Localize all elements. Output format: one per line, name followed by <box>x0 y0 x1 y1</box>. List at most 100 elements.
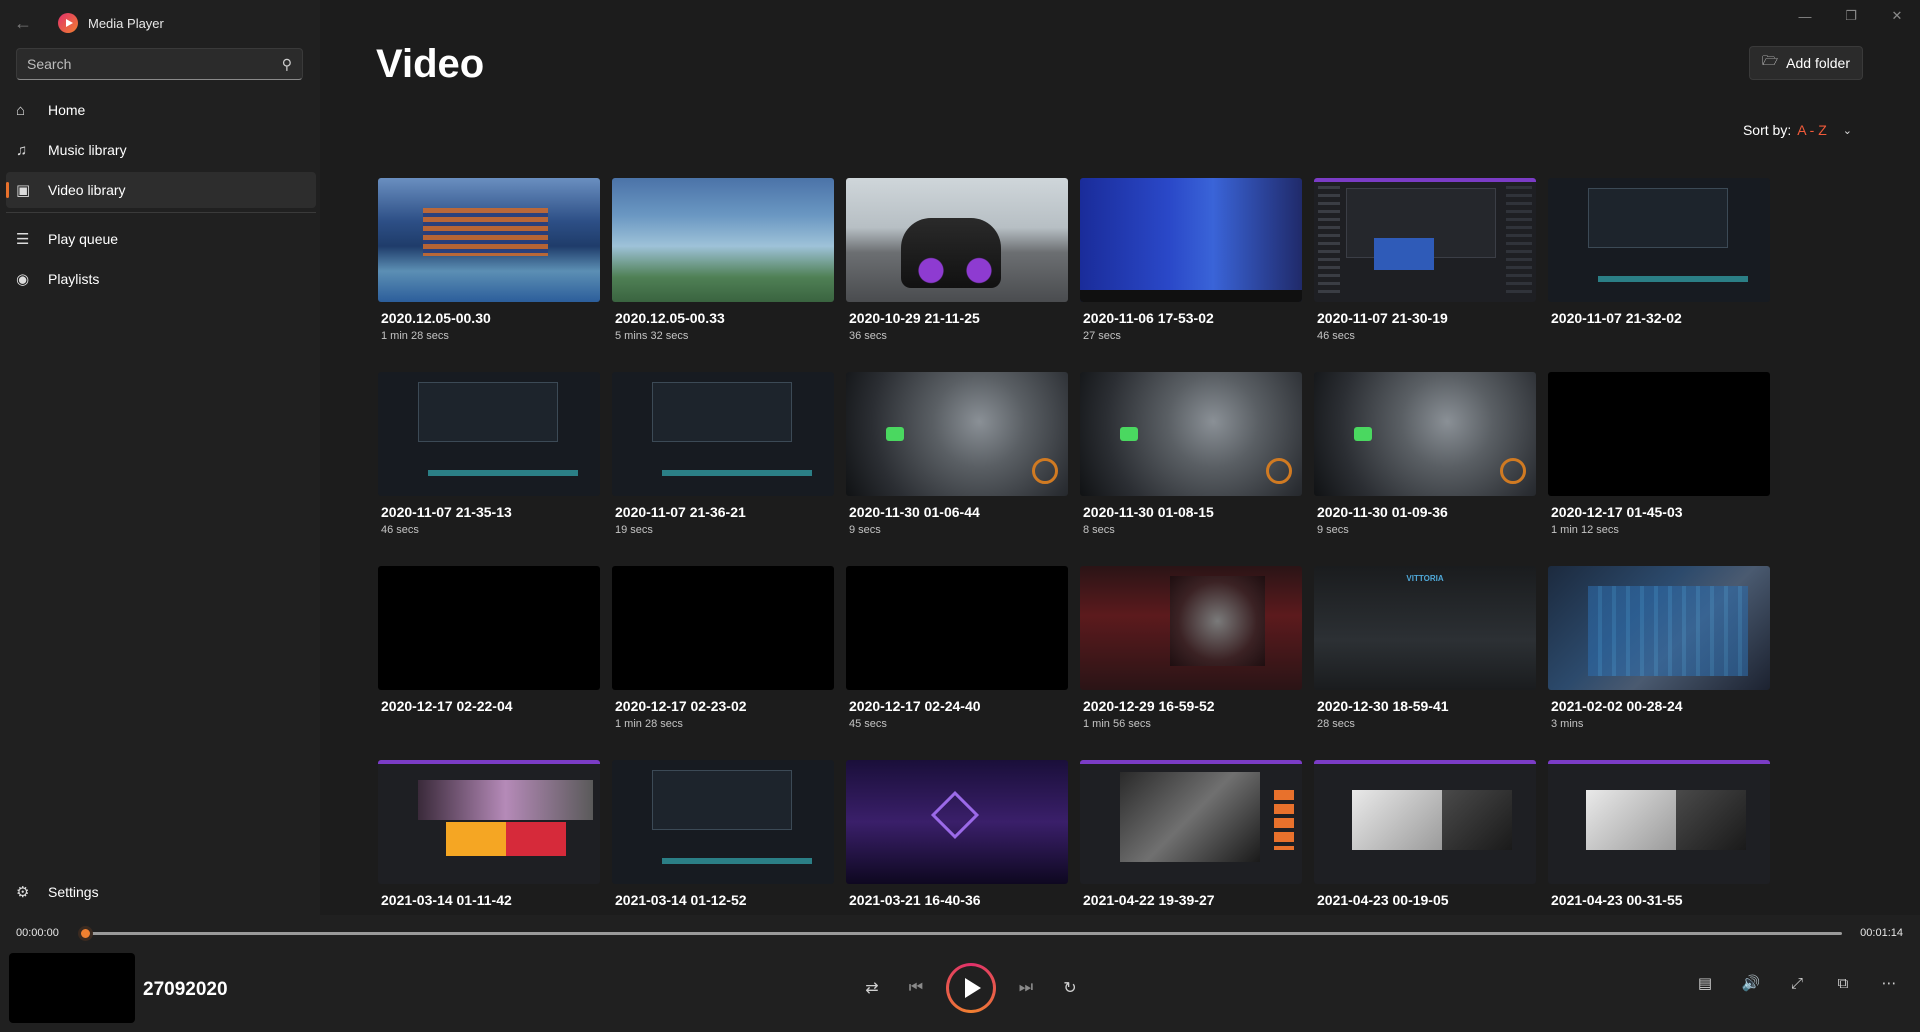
video-tile[interactable]: 2021-02-02 00-28-24 3 mins <box>1548 566 1770 760</box>
sort-dropdown[interactable]: Sort by: A - Z ⌄ <box>1743 122 1852 138</box>
subtitles-button[interactable]: ▤ <box>1684 963 1726 1003</box>
nav-item-play-queue[interactable]: ☰ Play queue <box>6 221 316 257</box>
play-button[interactable] <box>946 963 996 1013</box>
previous-icon: ⏮ <box>908 979 924 996</box>
close-button[interactable]: ✕ <box>1874 0 1920 32</box>
video-thumbnail[interactable] <box>1314 760 1536 884</box>
seek-bar[interactable] <box>86 932 1842 935</box>
video-tile[interactable]: 2021-03-14 01-11-42 <box>378 760 600 915</box>
video-thumbnail[interactable] <box>1314 178 1536 302</box>
video-thumbnail[interactable] <box>1314 372 1536 496</box>
video-title: 2020.12.05-00.30 <box>381 310 491 326</box>
close-icon: ✕ <box>1891 8 1903 23</box>
now-playing-title[interactable]: 27092020 <box>143 979 228 1001</box>
video-tile[interactable]: 2020.12.05-00.33 5 mins 32 secs <box>612 178 834 372</box>
next-button[interactable]: ⏭ <box>1006 968 1046 1008</box>
shuffle-button[interactable]: ⇄ <box>852 968 892 1008</box>
volume-button[interactable]: 🔊 <box>1730 963 1772 1003</box>
video-thumbnail[interactable] <box>846 566 1068 690</box>
shuffle-icon: ⇄ <box>865 980 879 997</box>
video-thumbnail[interactable] <box>1080 760 1302 884</box>
seek-handle[interactable] <box>78 926 93 941</box>
video-tile[interactable]: 2020-11-07 21-32-02 <box>1548 178 1770 372</box>
repeat-button[interactable]: ↻ <box>1050 968 1090 1008</box>
video-thumbnail[interactable] <box>612 372 834 496</box>
video-thumbnail[interactable] <box>1080 372 1302 496</box>
video-tile[interactable]: 2020-12-17 02-22-04 <box>378 566 600 760</box>
nav-item-settings[interactable]: ⚙ Settings <box>6 874 316 910</box>
maximize-button[interactable]: ❐ <box>1828 0 1874 32</box>
add-folder-button[interactable]: 🗁 Add folder <box>1749 46 1863 80</box>
previous-button[interactable]: ⏮ <box>896 968 936 1008</box>
video-thumbnail[interactable] <box>1548 566 1770 690</box>
video-duration: 28 secs <box>1317 718 1355 730</box>
video-duration: 3 mins <box>1551 718 1584 730</box>
video-duration: 36 secs <box>849 330 887 342</box>
video-tile[interactable]: 2020.12.05-00.30 1 min 28 secs <box>378 178 600 372</box>
video-thumbnail[interactable] <box>612 566 834 690</box>
video-tile[interactable]: 2020-11-07 21-35-13 46 secs <box>378 372 600 566</box>
video-thumbnail[interactable] <box>846 372 1068 496</box>
back-arrow-icon: ← <box>14 12 32 33</box>
total-time: 00:01:14 <box>1860 927 1903 939</box>
nav-item-music-library[interactable]: ♫ Music library <box>6 132 316 168</box>
fullscreen-button[interactable]: ⤢ <box>1776 963 1818 1003</box>
video-thumbnail[interactable] <box>378 760 600 884</box>
video-tile[interactable]: 2020-12-17 01-45-03 1 min 12 secs <box>1548 372 1770 566</box>
video-tile[interactable]: 2020-11-30 01-06-44 9 secs <box>846 372 1068 566</box>
video-tile[interactable]: 2020-11-07 21-36-21 19 secs <box>612 372 834 566</box>
video-thumbnail[interactable] <box>1548 760 1770 884</box>
video-tile[interactable]: 2020-12-29 16-59-52 1 min 56 secs <box>1080 566 1302 760</box>
video-tile[interactable]: VITTORIA 2020-12-30 18-59-41 28 secs <box>1314 566 1536 760</box>
video-tile[interactable]: 2020-11-07 21-30-19 46 secs <box>1314 178 1536 372</box>
video-title: 2020-11-07 21-30-19 <box>1317 310 1448 326</box>
restore-icon: ❐ <box>1845 8 1857 23</box>
play-icon <box>949 966 993 1010</box>
search-box[interactable]: ⚲ <box>16 48 303 80</box>
video-duration: 46 secs <box>1317 330 1355 342</box>
video-thumbnail[interactable] <box>1080 566 1302 690</box>
search-icon[interactable]: ⚲ <box>282 56 292 73</box>
video-thumbnail[interactable] <box>1548 178 1770 302</box>
video-title: 2020-12-17 02-24-40 <box>849 698 981 714</box>
video-tile[interactable]: 2020-11-30 01-08-15 8 secs <box>1080 372 1302 566</box>
video-thumbnail[interactable] <box>612 760 834 884</box>
mini-player-button[interactable]: ⧉ <box>1822 963 1864 1003</box>
video-tile[interactable]: 2021-03-21 16-40-36 <box>846 760 1068 915</box>
video-tile[interactable]: 2021-04-23 00-19-05 <box>1314 760 1536 915</box>
video-title: 2020-12-29 16-59-52 <box>1083 698 1215 714</box>
video-thumbnail[interactable]: VITTORIA <box>1314 566 1536 690</box>
video-tile[interactable]: 2021-04-23 00-31-55 <box>1548 760 1770 915</box>
video-thumbnail[interactable] <box>1548 372 1770 496</box>
nav-item-playlists[interactable]: ◉ Playlists <box>6 261 316 297</box>
video-thumbnail[interactable] <box>378 178 600 302</box>
fullscreen-icon: ⤢ <box>1790 974 1803 992</box>
video-tile[interactable]: 2020-11-06 17-53-02 27 secs <box>1080 178 1302 372</box>
video-tile[interactable]: 2020-10-29 21-11-25 36 secs <box>846 178 1068 372</box>
video-tile[interactable]: 2020-12-17 02-24-40 45 secs <box>846 566 1068 760</box>
video-tile[interactable]: 2021-03-14 01-12-52 <box>612 760 834 915</box>
next-icon: ⏭ <box>1018 979 1034 996</box>
minimize-button[interactable]: — <box>1782 0 1828 32</box>
nav-item-label: Play queue <box>48 231 119 247</box>
video-thumbnail[interactable] <box>612 178 834 302</box>
video-title: 2020-10-29 21-11-25 <box>849 310 980 326</box>
more-options-button[interactable]: ⋯ <box>1868 963 1910 1003</box>
back-button[interactable]: ← <box>0 0 46 46</box>
video-thumbnail[interactable] <box>846 760 1068 884</box>
video-thumbnail[interactable] <box>846 178 1068 302</box>
now-playing-thumbnail[interactable] <box>9 953 135 1023</box>
nav-item-video-library[interactable]: ▣ Video library <box>6 172 316 208</box>
video-icon: ▣ <box>16 182 31 199</box>
video-duration: 19 secs <box>615 524 653 536</box>
playlist-icon: ◉ <box>16 271 30 288</box>
video-tile[interactable]: 2020-11-30 01-09-36 9 secs <box>1314 372 1536 566</box>
video-thumbnail[interactable] <box>378 566 600 690</box>
video-grid: 2020.12.05-00.30 1 min 28 secs 2020.12.0… <box>378 178 1770 915</box>
video-tile[interactable]: 2021-04-22 19-39-27 <box>1080 760 1302 915</box>
video-tile[interactable]: 2020-12-17 02-23-02 1 min 28 secs <box>612 566 834 760</box>
search-input[interactable] <box>27 56 282 72</box>
nav-item-home[interactable]: ⌂ Home <box>6 92 316 128</box>
video-thumbnail[interactable] <box>378 372 600 496</box>
video-thumbnail[interactable] <box>1080 178 1302 302</box>
